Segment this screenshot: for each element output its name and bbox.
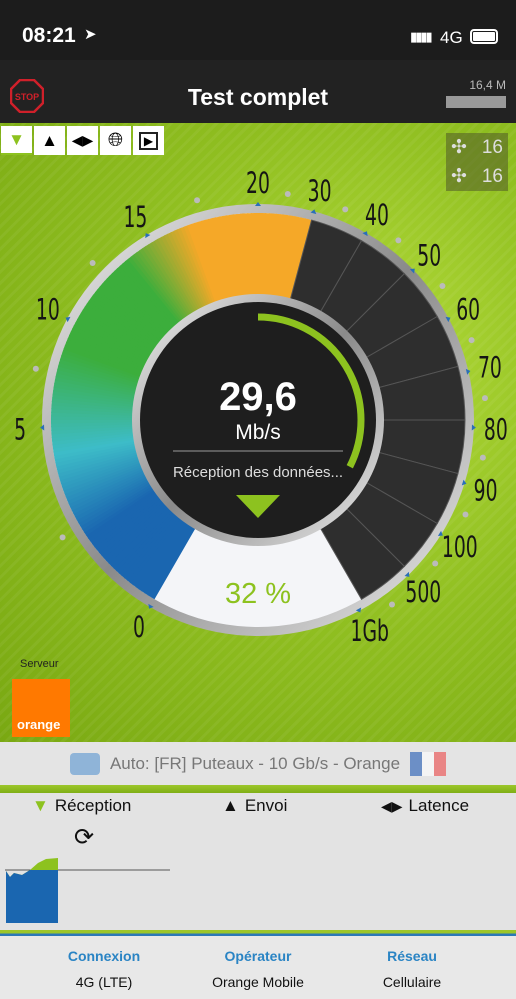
scale-dot: [395, 237, 402, 244]
tab-label: Envoi: [244, 796, 288, 815]
download-icon[interactable]: ▼: [1, 126, 32, 155]
scale-dot: [432, 560, 439, 567]
latency-icon: ◀▶: [381, 797, 403, 814]
speed-gauge: 0 5 10 15 20 30 40 50 60 70 80 90 100500 1Gb 29,6Mb/s R…: [14, 167, 508, 648]
upload-threads: 16: [481, 165, 503, 187]
scale-dot: [481, 395, 488, 402]
header: STOP Test complet 16,4 M: [0, 60, 516, 123]
server-icon: [69, 752, 100, 775]
divider: [0, 785, 516, 793]
location-icon: ➤: [84, 26, 97, 43]
speed-unit: Mb/s: [235, 421, 281, 444]
thread-counters: ✣ 16 ✣ 16: [446, 133, 508, 191]
server-name: Auto: [FR] Puteaux - 10 Gb/s - Orange: [109, 753, 401, 773]
down-triangle-icon: ▼: [32, 796, 49, 815]
scale-label: 50: [417, 239, 441, 272]
tab-label: Réception: [54, 796, 132, 815]
battery-icon: [470, 29, 498, 44]
scale-dot: [89, 260, 96, 267]
scale-dot: [462, 511, 469, 518]
scale-label: 30: [308, 175, 332, 208]
operator-logo: orange: [12, 679, 70, 737]
scale-label: 1Gb: [351, 615, 389, 648]
scale-dot: [439, 282, 446, 289]
network-type: 4G: [440, 28, 463, 47]
scale-dot: [342, 206, 349, 213]
status-text: Réception des données...: [173, 464, 343, 481]
scale-label: 70: [478, 351, 502, 384]
scale-label: 500: [405, 576, 441, 609]
france-flag-icon: [410, 751, 447, 776]
info-connexion: Connexion 4G (LTE): [67, 948, 141, 990]
signal-icon: ▮▮▮▮: [410, 29, 433, 44]
video-icon[interactable]: ▶: [133, 126, 164, 155]
data-used: 16,4 M: [469, 78, 506, 92]
clock: 08:21: [22, 24, 76, 47]
connection-info: Connexion 4G (LTE) Opérateur Orange Mobile…: [0, 936, 516, 999]
results-tabs: ▼ Réception ▲ Envoi ◀▶ Latence ⟳: [0, 793, 516, 930]
server-selector[interactable]: Auto: [FR] Puteaux - 10 Gb/s - Orange: [0, 742, 516, 785]
tab-reception[interactable]: ▼ Réception: [32, 796, 131, 816]
scale-dot: [32, 365, 39, 372]
page-title: Test complet: [187, 84, 329, 110]
server-label: Serveur: [20, 658, 59, 670]
tab-label: Latence: [408, 796, 470, 815]
scale-dot: [194, 197, 201, 204]
upload-threads-icon: ✣: [451, 166, 467, 187]
upload-icon[interactable]: ▲: [34, 126, 65, 155]
scale-label: 5: [14, 413, 26, 446]
up-triangle-icon: ▲: [222, 796, 239, 815]
speed-value: 29,6: [219, 375, 297, 419]
scale-label: 40: [365, 198, 389, 231]
scale-label: 100: [442, 531, 478, 564]
tab-envoi[interactable]: ▲ Envoi: [222, 796, 287, 816]
scale-dot: [59, 534, 66, 541]
status-bar: 08:21 ➤ ▮▮▮▮ 4G: [0, 0, 516, 60]
refresh-icon[interactable]: ⟳: [74, 823, 94, 852]
scale-dot: [468, 337, 475, 344]
speed-history-graph: [5, 858, 170, 923]
latency-icon[interactable]: ◀▶: [67, 126, 98, 155]
globe-icon[interactable]: 🌐︎: [100, 126, 131, 155]
download-threads: 16: [481, 136, 503, 158]
info-operateur: Opérateur Orange Mobile: [212, 948, 304, 990]
scale-label: 20: [246, 167, 270, 200]
scale-label: 60: [456, 293, 480, 326]
scale-tick: [255, 202, 261, 206]
scale-label: 10: [36, 293, 60, 326]
tab-latence[interactable]: ◀▶ Latence: [381, 796, 469, 816]
scale-label: 15: [123, 201, 147, 234]
info-reseau: Réseau Cellulaire: [382, 948, 442, 990]
scale-label: 0: [133, 611, 145, 644]
scale-dot: [389, 601, 396, 608]
progress-percent: 32 %: [225, 578, 291, 610]
data-used-bar: [446, 96, 506, 108]
scale-dot: [479, 454, 486, 461]
scale-label: 90: [474, 474, 498, 507]
download-threads-icon: ✣: [451, 137, 467, 158]
speed-test-panel: 0 5 10 15 20 30 40 50 60 70 80 90 100 500 1Gb 29,6 Mb/s R…: [0, 123, 516, 742]
scale-dot: [284, 190, 291, 197]
scale-label: 80: [484, 413, 508, 446]
